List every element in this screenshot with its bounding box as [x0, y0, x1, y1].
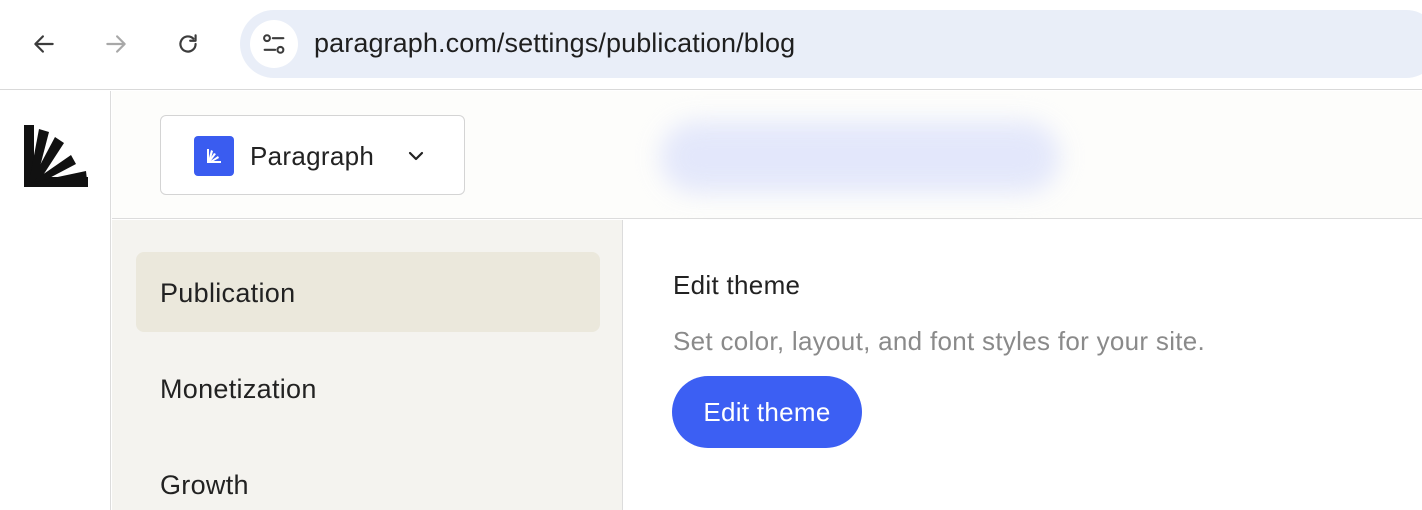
paragraph-logo-small-icon	[207, 149, 221, 163]
reload-icon	[179, 34, 197, 53]
publication-switcher[interactable]: Paragraph	[160, 115, 465, 195]
section-description: Set color, layout, and font styles for y…	[673, 326, 1206, 356]
settings-menu: Publication Monetization Growth	[112, 220, 623, 510]
menu-item-label: Growth	[160, 470, 249, 500]
publication-name: Paragraph	[250, 141, 375, 171]
forward-arrow-icon	[106, 35, 126, 53]
edit-theme-button[interactable]: Edit theme	[672, 376, 862, 448]
section-title: Edit theme	[673, 270, 801, 300]
reload-button[interactable]	[168, 24, 208, 64]
redacted-region	[660, 121, 1060, 193]
tune-icon	[263, 34, 285, 54]
chevron-down-icon	[408, 151, 424, 161]
forward-button[interactable]	[96, 24, 136, 64]
site-info-button[interactable]	[250, 20, 298, 68]
menu-item-label: Monetization	[160, 374, 317, 404]
browser-toolbar: paragraph.com/settings/publication/blog	[0, 0, 1422, 90]
publication-avatar	[194, 136, 234, 176]
app-left-rail	[0, 91, 111, 510]
paragraph-logo[interactable]	[22, 123, 90, 189]
app-header: Paragraph	[112, 91, 1422, 219]
address-bar[interactable]: paragraph.com/settings/publication/blog	[240, 10, 1422, 78]
menu-item-growth[interactable]: Growth	[136, 444, 600, 510]
settings-content: Edit theme Set color, layout, and font s…	[625, 220, 1422, 510]
back-arrow-icon	[34, 35, 54, 53]
back-button[interactable]	[24, 24, 64, 64]
menu-item-publication[interactable]: Publication	[136, 252, 600, 332]
url-text[interactable]: paragraph.com/settings/publication/blog	[314, 28, 795, 59]
menu-item-label: Publication	[160, 278, 296, 308]
menu-item-monetization[interactable]: Monetization	[136, 348, 600, 428]
